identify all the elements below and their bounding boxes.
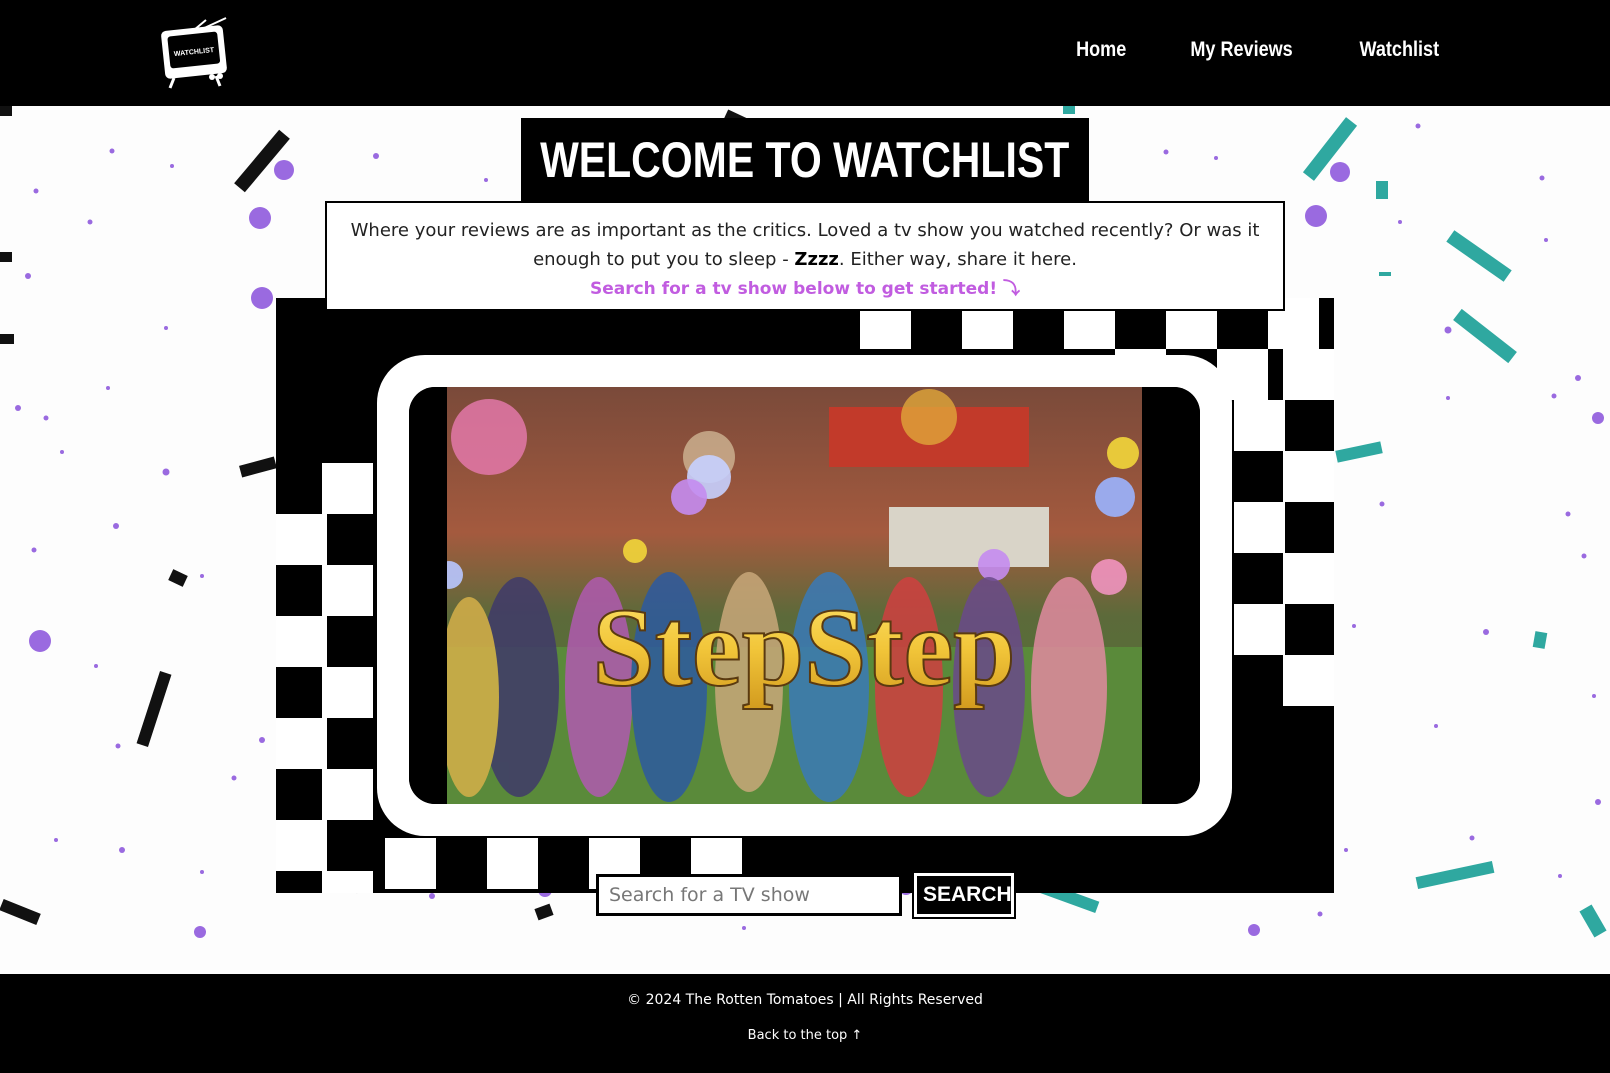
show-scene-image: StepStep	[409, 387, 1200, 804]
checker-cell	[322, 463, 373, 514]
page-title: WELCOME TO WATCHLIST	[540, 132, 1070, 188]
nav-home[interactable]: Home	[1076, 38, 1126, 62]
intro-box: Where your reviews are as important as t…	[325, 201, 1285, 311]
checker-cell	[1234, 502, 1285, 553]
copyright-text: © 2024 The Rotten Tomatoes | All Rights …	[627, 992, 983, 1008]
nav-watchlist[interactable]: Watchlist	[1360, 38, 1440, 62]
intro-zzzz: Zzzz	[794, 249, 839, 270]
tv-logo-icon: WATCHLIST	[161, 17, 227, 89]
checker-cell	[1283, 553, 1334, 604]
watchlist-logo[interactable]: WATCHLIST	[160, 16, 232, 90]
checker-cell	[322, 769, 373, 820]
intro-text-end: . Either way, share it here.	[838, 249, 1077, 270]
search-input[interactable]	[596, 874, 902, 916]
checker-cell	[276, 718, 327, 769]
checker-cell	[1234, 400, 1285, 451]
checker-cell	[276, 616, 327, 667]
checker-cell	[322, 565, 373, 616]
welcome-title-box: WELCOME TO WATCHLIST	[521, 118, 1089, 202]
search-button[interactable]: SEARCH	[912, 871, 1016, 919]
checker-cell	[1283, 349, 1334, 400]
checker-cell	[276, 820, 327, 871]
checker-cell	[1283, 655, 1334, 706]
featured-show-image: StepStep	[409, 387, 1200, 804]
checker-cell	[322, 667, 373, 718]
search-cta: Search for a tv show below to get starte…	[589, 279, 1021, 299]
back-to-top-link[interactable]: Back to the top ↑	[748, 1028, 863, 1043]
search-form: SEARCH	[596, 871, 1016, 919]
site-header: WATCHLIST Home My Reviews Watchlist	[0, 0, 1610, 106]
main-nav: Home My Reviews Watchlist	[1072, 38, 1446, 62]
checker-cell	[487, 838, 538, 889]
show-title-text: StepStep	[592, 586, 1015, 710]
checker-cell	[1283, 451, 1334, 502]
checker-cell	[322, 871, 373, 893]
site-footer: © 2024 The Rotten Tomatoes | All Rights …	[0, 974, 1610, 1073]
checker-cell	[276, 514, 327, 565]
checker-cell	[385, 838, 436, 889]
nav-my-reviews[interactable]: My Reviews	[1191, 38, 1293, 62]
back-to-top: Back to the top ↑	[0, 1028, 1610, 1043]
checker-cell	[1234, 604, 1285, 655]
